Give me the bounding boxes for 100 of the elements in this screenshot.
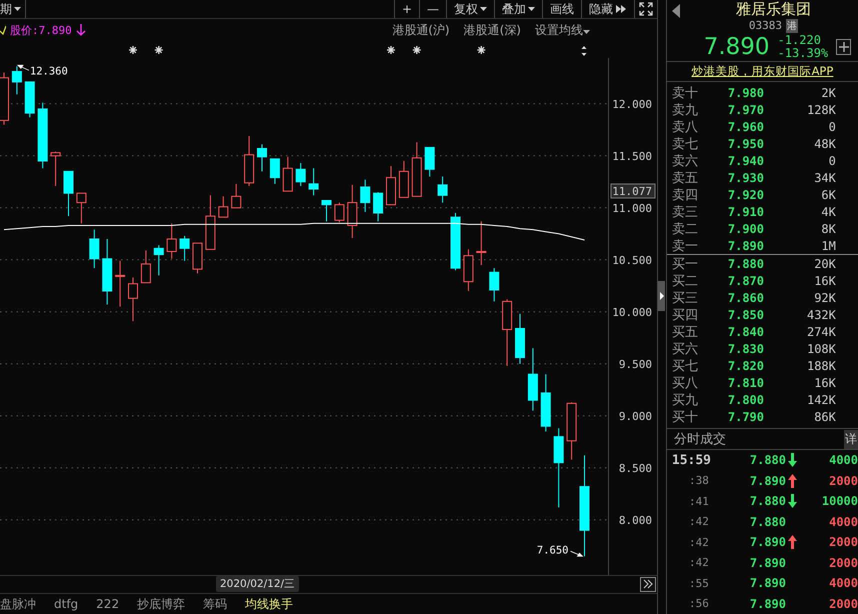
order-price: 7.860 <box>728 290 765 305</box>
check-icon <box>0 25 6 36</box>
order-level-label: 买四 <box>670 306 699 324</box>
order-volume: 86K <box>813 410 836 424</box>
event-marker-icon <box>128 44 138 54</box>
order-level-label: 卖七 <box>670 136 699 153</box>
indicator-tab[interactable]: 均线换手 <box>245 596 304 613</box>
order-price: 7.920 <box>728 188 765 202</box>
order-price: 7.870 <box>728 274 765 288</box>
indicator-tab[interactable]: 盘脉冲 <box>0 596 46 613</box>
high-price-label: 12.360 <box>30 64 68 77</box>
candle <box>438 176 448 203</box>
trade-volume: 2000 <box>828 474 858 488</box>
market-badge: 港 <box>786 18 798 32</box>
indicator-tab[interactable]: 222 <box>96 597 130 612</box>
order-volume: 274K <box>806 324 836 339</box>
order-volume: 1M <box>820 238 836 253</box>
candle <box>76 192 86 224</box>
double-arrow-icon <box>615 5 627 13</box>
promo-link[interactable]: 炒港美股，用东财国际APP <box>692 64 834 80</box>
percent-change: -13.39% <box>778 47 828 60</box>
order-volume: 4K <box>820 204 836 219</box>
trade-volume: 10000 <box>820 494 858 508</box>
scroll-end-button[interactable] <box>640 576 656 592</box>
trades-title: 分时成交 <box>672 431 726 448</box>
detail-button[interactable]: 详 <box>844 430 858 449</box>
order-price: 7.950 <box>728 136 765 151</box>
order-price: 7.830 <box>728 342 765 356</box>
candle <box>334 202 344 222</box>
indicator-tab[interactable]: dtfg <box>54 597 88 612</box>
trade-time: 15:59 <box>670 452 709 468</box>
event-marker-icon <box>386 44 396 54</box>
caret-icon <box>528 7 535 11</box>
order-price: 7.960 <box>728 120 765 134</box>
candle <box>347 184 358 238</box>
order-price: 7.930 <box>728 170 765 185</box>
candle <box>218 195 228 218</box>
candle <box>398 160 409 198</box>
trade-price: 7.890 <box>750 535 786 550</box>
candle <box>154 244 164 276</box>
candle <box>502 298 512 366</box>
order-price: 7.820 <box>728 358 765 373</box>
order-price: 7.850 <box>728 308 765 322</box>
indicator-tab[interactable]: 筹码 <box>203 596 238 613</box>
axis-label: 11.500 <box>612 149 652 162</box>
candle <box>476 220 486 266</box>
order-volume: 34K <box>813 170 836 185</box>
trade-time: :42 <box>688 556 709 570</box>
add-watchlist-button[interactable] <box>836 39 852 55</box>
leader-line <box>570 550 583 556</box>
trade-volume: 2000 <box>828 535 858 550</box>
trade-volume: 4000 <box>828 576 858 590</box>
order-volume: 2K <box>820 86 836 100</box>
price-change: -1.220 <box>778 34 822 47</box>
order-level-label: 卖六 <box>670 152 699 170</box>
order-level-label: 买一 <box>670 256 699 273</box>
period-dropdown[interactable]: 期 <box>0 0 26 18</box>
candle <box>373 191 384 222</box>
candle <box>38 102 48 168</box>
order-price: 7.980 <box>728 86 765 100</box>
candle <box>424 146 435 177</box>
event-marker-icon <box>412 44 422 54</box>
trade-price: 7.880 <box>750 453 786 468</box>
moving-average-dropdown[interactable]: 设置均线 <box>530 22 595 39</box>
candle <box>450 212 460 270</box>
order-price: 7.840 <box>728 324 765 339</box>
caret-icon <box>583 30 590 34</box>
caret-icon <box>480 7 487 11</box>
leader-line <box>18 64 30 70</box>
order-level-label: 卖八 <box>670 118 699 136</box>
axis-label: 8.000 <box>618 514 652 526</box>
order-price: 7.910 <box>728 204 765 219</box>
candle <box>166 222 177 259</box>
collapse-handle[interactable] <box>658 281 665 311</box>
candle <box>270 158 280 184</box>
trade-price: 7.890 <box>750 576 786 590</box>
legend-link[interactable]: 港股通(沪) <box>387 22 455 39</box>
resize-icon[interactable] <box>582 46 586 56</box>
order-volume: 0 <box>828 154 836 168</box>
crosshair-date-label: 2020/02/12/三 <box>216 576 300 592</box>
order-price: 7.900 <box>728 222 765 236</box>
order-level-label: 卖十 <box>670 84 699 102</box>
axis-label: 10.500 <box>612 253 652 266</box>
candle <box>540 373 551 432</box>
indicator-tab[interactable]: 抄底博弈 <box>137 596 196 613</box>
axis-label: 12.000 <box>612 97 652 110</box>
axis-label: 11.000 <box>612 201 652 214</box>
order-level-label: 买七 <box>670 358 699 375</box>
candle <box>12 65 22 95</box>
candle <box>24 81 35 118</box>
back-arrow-icon[interactable] <box>672 4 680 18</box>
order-level-label: 买九 <box>670 392 699 409</box>
axis-label: 9.000 <box>618 409 652 422</box>
legend-link[interactable]: 港股通(深) <box>458 22 526 39</box>
candle <box>528 347 538 411</box>
candle <box>64 170 74 216</box>
candle <box>50 150 61 186</box>
trade-time: :41 <box>688 494 709 508</box>
stock-code: 03383 <box>748 19 782 32</box>
axis-label: 9.500 <box>618 357 652 370</box>
